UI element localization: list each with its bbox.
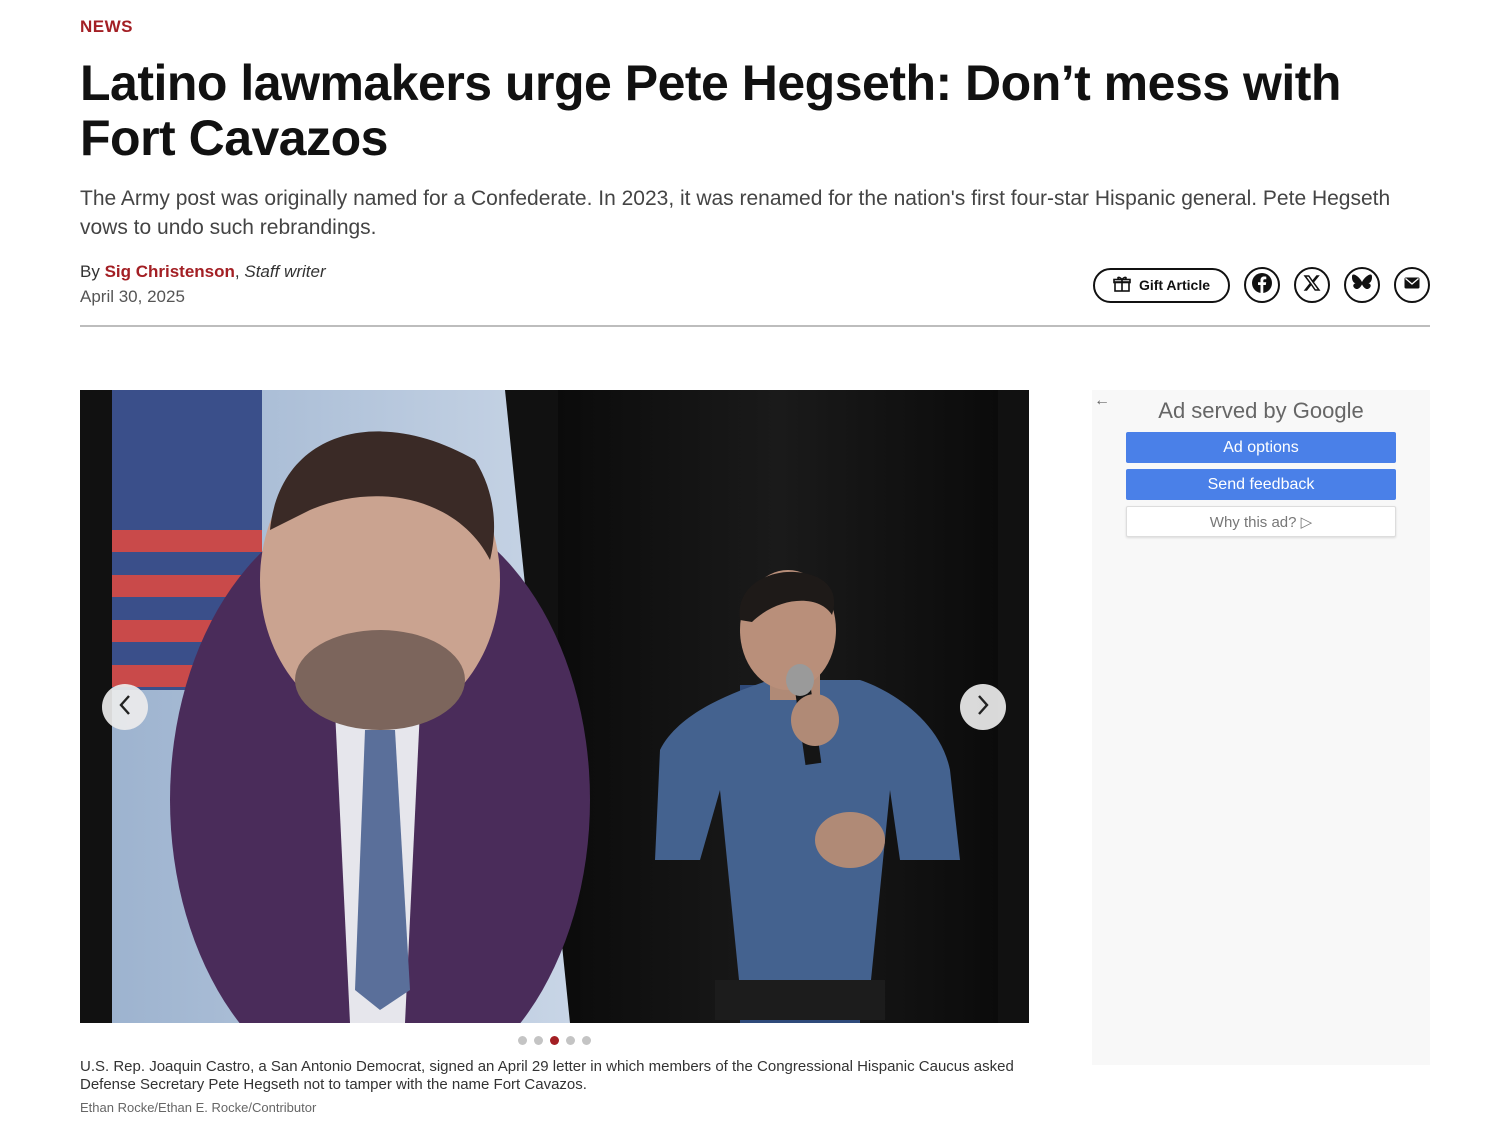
gift-article-label: Gift Article [1138,277,1210,293]
header-divider [80,325,1430,327]
gallery-dot[interactable] [582,1036,591,1045]
author-role: Staff writer [244,262,326,281]
gallery-prev-button[interactable] [102,684,148,730]
gallery-dot[interactable] [534,1036,543,1045]
email-icon [1404,276,1420,294]
gallery-pagination [518,1036,591,1045]
send-feedback-button[interactable]: Send feedback [1126,469,1396,500]
gallery-photo[interactable] [80,390,1029,1023]
x-icon [1303,274,1321,297]
publish-date: April 30, 2025 [80,287,185,306]
share-bar: Gift Article [1092,267,1430,303]
gallery-dot[interactable] [518,1036,527,1045]
photo-illustration [80,390,1029,1023]
facebook-share-button[interactable] [1244,267,1280,303]
why-this-ad-button[interactable]: Why this ad? ▷ [1126,506,1396,537]
chevron-left-icon [118,694,132,721]
photo-credit: Ethan Rocke/Ethan E. Rocke/Contributor [80,1100,317,1115]
headline: Latino lawmakers urge Pete Hegseth: Don’… [80,55,1341,166]
ad-panel: ← Ad served by Google Ad options Send fe… [1092,390,1430,1065]
gift-icon [1113,275,1131,296]
ad-served-by-label: Ad served by Google [1158,398,1364,423]
article-dek: The Army post was originally named for a… [80,187,1391,239]
byline-separator: , [234,262,245,281]
email-share-button[interactable] [1394,267,1430,303]
byline-prefix: By [80,262,105,281]
ad-options-button[interactable]: Ad options [1126,432,1396,463]
author-link[interactable]: Sig Christenson [105,262,235,281]
facebook-icon [1251,272,1273,299]
gallery-dot[interactable] [566,1036,575,1045]
gift-article-button[interactable]: Gift Article [1092,267,1230,303]
byline: By Sig Christenson, Staff writer [80,262,326,282]
bluesky-share-button[interactable] [1344,267,1380,303]
gallery-dot[interactable] [550,1036,559,1045]
gallery-next-button[interactable] [960,684,1006,730]
section-label[interactable]: NEWS [80,17,133,37]
bluesky-icon [1351,273,1373,298]
chevron-right-icon [976,694,990,721]
photo-caption: U.S. Rep. Joaquin Castro, a San Antonio … [80,1058,1014,1093]
x-share-button[interactable] [1294,267,1330,303]
